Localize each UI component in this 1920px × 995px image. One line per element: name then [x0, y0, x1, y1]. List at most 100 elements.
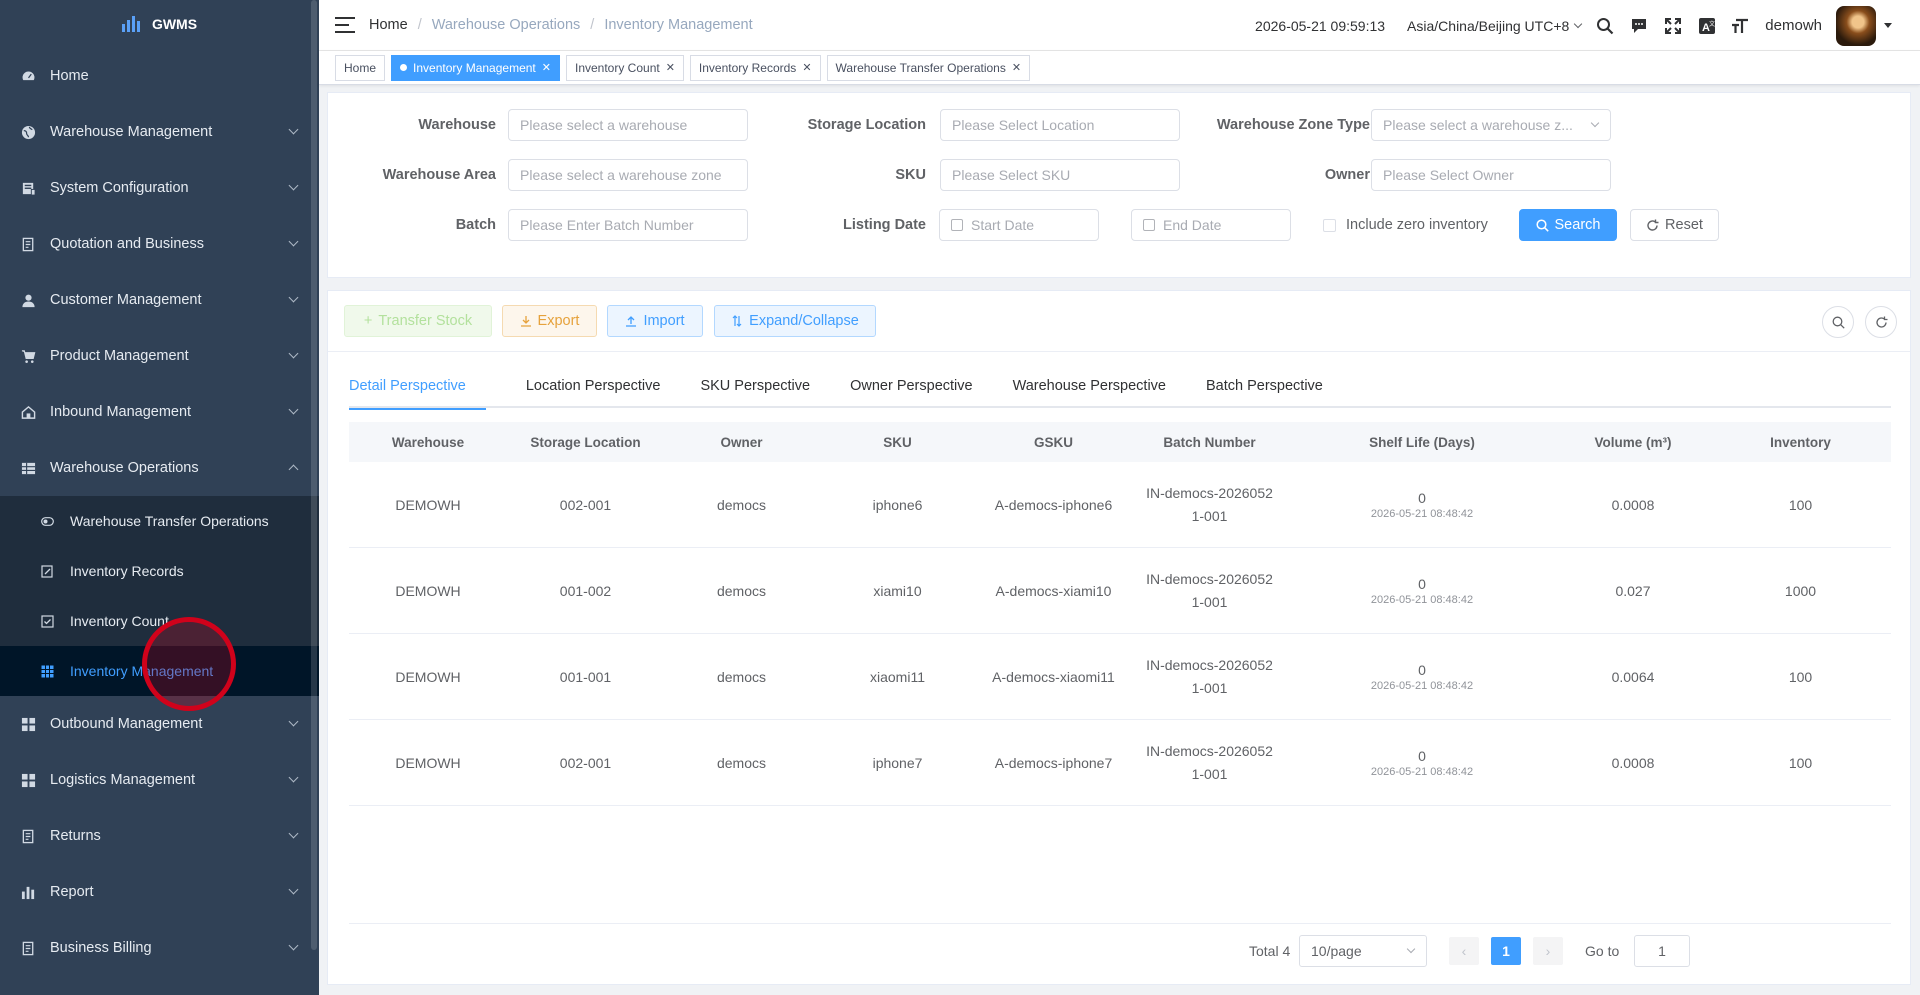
end-date-input[interactable]: End Date: [1131, 209, 1291, 241]
sidebar-item-inventory-records[interactable]: Inventory Records: [0, 546, 319, 596]
username[interactable]: demowh: [1765, 17, 1822, 34]
apps-icon: [20, 772, 36, 788]
table-row[interactable]: DEMOWH 002-001 democs iphone6 A-democs-iphon…: [349, 462, 1891, 548]
owner-select[interactable]: Please Select Owner: [1371, 159, 1611, 191]
sidebar-scrollbar[interactable]: [311, 0, 317, 950]
font-size-icon[interactable]: [1731, 16, 1751, 36]
tag-warehouse-transfer-operations[interactable]: Warehouse Transfer Operations ✕: [826, 54, 1031, 81]
chevron-down-icon: [288, 404, 299, 415]
sidebar-item-product-management[interactable]: Product Management: [0, 328, 319, 384]
upload-icon: [626, 316, 637, 327]
tab-batch-perspective[interactable]: Batch Perspective: [1186, 364, 1343, 408]
table-row[interactable]: DEMOWH 001-001 democs xiaomi11 A-democs-xiao…: [349, 634, 1891, 720]
warehouse-area-label: Warehouse Area: [382, 167, 496, 183]
tag-inventory-management[interactable]: Inventory Management ✕: [391, 54, 560, 81]
inventory-panel: + Transfer Stock Export Import Expand/Col…: [327, 290, 1911, 985]
sidebar-item-customer-management[interactable]: Customer Management: [0, 272, 319, 328]
table-row[interactable]: DEMOWH 001-002 democs xiami10 A-democs-xiami…: [349, 548, 1891, 634]
page-number-current[interactable]: 1: [1491, 937, 1521, 965]
checkbox-icon: [1323, 218, 1336, 232]
sidebar-item-warehouse-operations[interactable]: Warehouse Operations: [0, 440, 319, 496]
tag-home[interactable]: Home: [335, 54, 386, 81]
start-date-input[interactable]: Start Date: [939, 209, 1099, 241]
chevron-down-icon: [1590, 118, 1600, 128]
sidebar-item-outbound-management[interactable]: Outbound Management: [0, 696, 319, 752]
tab-location-perspective[interactable]: Location Perspective: [486, 364, 681, 408]
sidebar-item-warehouse-management[interactable]: Warehouse Management: [0, 104, 319, 160]
hamburger-icon[interactable]: [335, 17, 355, 33]
cart-icon: [20, 348, 36, 364]
sidebar-item-warehouse-transfer-operations[interactable]: Warehouse Transfer Operations: [0, 496, 319, 546]
caret-down-icon[interactable]: [1884, 23, 1892, 28]
import-button[interactable]: Import: [607, 305, 703, 337]
timezone-select[interactable]: Asia/China/Beijing UTC+8: [1407, 18, 1583, 34]
expand-collapse-button[interactable]: Expand/Collapse: [714, 305, 876, 337]
cell-inventory: 100: [1788, 496, 1813, 513]
translate-icon[interactable]: A文: [1697, 16, 1717, 36]
close-icon[interactable]: ✕: [666, 61, 675, 74]
cell-batch: IN-democs-20260521-001: [1146, 570, 1273, 610]
chevron-down-icon: [1574, 19, 1583, 28]
breadcrumb-home[interactable]: Home: [369, 17, 408, 33]
logo[interactable]: GWMS: [0, 0, 319, 48]
tab-owner-perspective[interactable]: Owner Perspective: [830, 364, 993, 408]
reset-button[interactable]: Reset: [1630, 209, 1719, 241]
sidebar-item-logistics-management[interactable]: Logistics Management: [0, 752, 319, 808]
sidebar-item-label: Business Billing: [50, 940, 152, 956]
column-header: Warehouse: [391, 434, 465, 450]
document-icon: [20, 236, 36, 252]
listing-date-label: Listing Date: [843, 217, 926, 233]
close-icon[interactable]: ✕: [542, 61, 551, 74]
close-icon[interactable]: ✕: [1012, 61, 1021, 74]
next-page-button[interactable]: ›: [1533, 937, 1563, 965]
sidebar-item-home[interactable]: Home: [0, 48, 319, 104]
tab-warehouse-perspective[interactable]: Warehouse Perspective: [993, 364, 1186, 408]
cell-gsku: A-democs-iphone7: [994, 754, 1113, 771]
cell-owner: democs: [716, 582, 767, 599]
batch-input[interactable]: Please Enter Batch Number: [508, 209, 748, 241]
search-button[interactable]: Search: [1519, 209, 1617, 241]
toggle-search-button[interactable]: [1822, 306, 1854, 338]
avatar[interactable]: [1836, 5, 1876, 46]
chevron-down-icon: [288, 884, 299, 895]
sidebar-item-inventory-count[interactable]: Inventory Count: [0, 596, 319, 646]
sidebar-item-system-configuration[interactable]: System Configuration: [0, 160, 319, 216]
tab-sku-perspective[interactable]: SKU Perspective: [680, 364, 830, 408]
zone-type-label: Warehouse Zone Type: [1216, 117, 1370, 133]
cell-gsku: A-democs-xiaomi11: [992, 668, 1115, 685]
sort-icon: [732, 315, 742, 327]
sku-select[interactable]: Please Select SKU: [940, 159, 1180, 191]
sidebar-item-returns[interactable]: Returns: [0, 808, 319, 864]
tag-inventory-count[interactable]: Inventory Count ✕: [565, 54, 684, 81]
close-icon[interactable]: ✕: [802, 61, 811, 74]
refresh-button[interactable]: [1865, 306, 1897, 338]
cell-location: 002-001: [559, 754, 612, 771]
sidebar-item-label: Logistics Management: [50, 772, 196, 788]
search-icon[interactable]: [1595, 16, 1615, 36]
prev-page-button[interactable]: ‹: [1449, 937, 1479, 965]
message-icon[interactable]: [1629, 16, 1649, 36]
zone-type-select[interactable]: Please select a warehouse z...: [1371, 109, 1611, 141]
breadcrumb-warehouse-operations[interactable]: Warehouse Operations: [432, 17, 581, 33]
warehouse-select[interactable]: Please select a warehouse: [508, 109, 748, 141]
storage-location-select[interactable]: Please Select Location: [940, 109, 1180, 141]
sidebar-item-business-billing[interactable]: Business Billing: [0, 920, 319, 976]
sidebar-item-inbound-management[interactable]: Inbound Management: [0, 384, 319, 440]
sidebar-item-report[interactable]: Report: [0, 864, 319, 920]
export-button[interactable]: Export: [502, 305, 597, 337]
sidebar-item-quotation-and-business[interactable]: Quotation and Business: [0, 216, 319, 272]
warehouse-area-select[interactable]: Please select a warehouse zone: [508, 159, 748, 191]
cell-sku: xiaomi11: [870, 668, 925, 685]
cell-inventory: 100: [1788, 668, 1813, 685]
page-size-select[interactable]: 10/page: [1299, 935, 1427, 967]
transfer-stock-button[interactable]: + Transfer Stock: [344, 305, 492, 337]
sidebar-item-inventory-management[interactable]: Inventory Management: [0, 646, 319, 696]
goto-page-input[interactable]: 1: [1634, 935, 1690, 967]
tab-detail-perspective[interactable]: Detail Perspective: [349, 364, 486, 410]
bar-chart-icon: [20, 884, 36, 900]
include-zero-checkbox[interactable]: Include zero inventory: [1323, 209, 1488, 241]
fullscreen-icon[interactable]: [1663, 16, 1683, 36]
tag-inventory-records[interactable]: Inventory Records ✕: [689, 54, 821, 81]
chevron-down-icon: [288, 348, 299, 359]
table-row[interactable]: DEMOWH 002-001 democs iphone7 A-democs-iphon…: [349, 720, 1891, 806]
